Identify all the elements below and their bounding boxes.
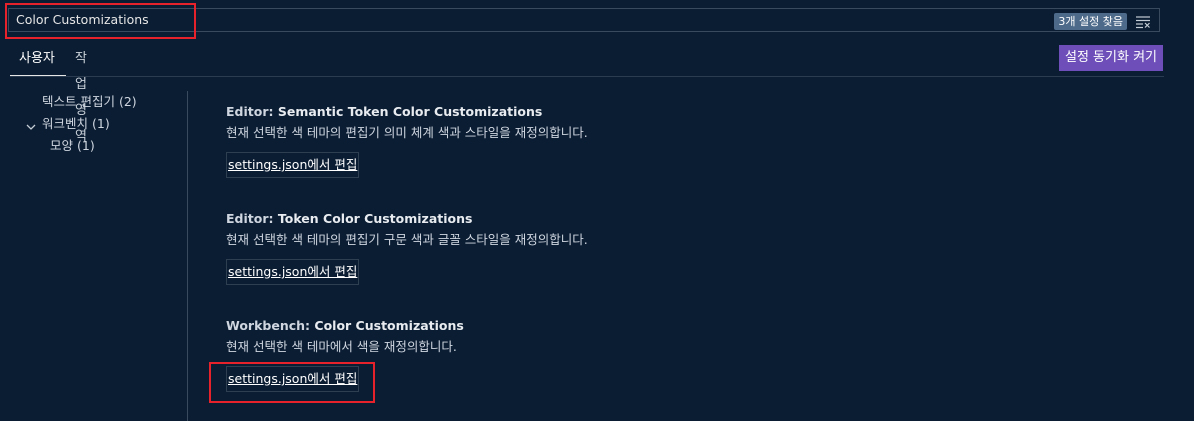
setting-name: Semantic Token Color Customizations <box>277 104 543 119</box>
edit-in-settings-json-link[interactable]: settings.json에서 편집 <box>226 259 360 285</box>
sidebar-item-label: 모양 <box>50 138 74 153</box>
setting-title: Workbench: Color Customizations <box>226 317 464 335</box>
settings-sync-button[interactable]: 설정 동기화 켜기 <box>1059 45 1163 71</box>
result-count-badge: 3개 설정 찾음 <box>1054 13 1127 30</box>
search-input[interactable] <box>16 9 616 31</box>
setting-name: Token Color Customizations <box>277 211 473 226</box>
tab-user[interactable]: 사용자 <box>10 46 66 76</box>
tabs-divider <box>10 76 1164 77</box>
sidebar-item-count: (2) <box>118 94 137 109</box>
clear-filter-icon[interactable] <box>1135 14 1151 29</box>
edit-in-settings-json-link[interactable]: settings.json에서 편집 <box>226 366 360 392</box>
setting-title: Editor: Token Color Customizations <box>226 210 588 228</box>
sidebar-item-count: (1) <box>92 116 110 131</box>
setting-title: Editor: Semantic Token Color Customizati… <box>226 103 588 121</box>
setting-token-color: Editor: Token Color Customizations 현재 선택… <box>226 210 588 285</box>
sidebar-item-label: 워크벤치 <box>42 116 89 131</box>
chevron-down-icon[interactable] <box>25 118 37 130</box>
setting-description: 현재 선택한 색 테마의 편집기 의미 체계 색과 스타일을 재정의합니다. <box>226 125 588 140</box>
sidebar-item-appearance[interactable]: 모양 (1) <box>50 137 95 155</box>
sidebar-item-count: (1) <box>77 138 95 153</box>
search-box: 3개 설정 찾음 <box>8 8 1160 32</box>
sidebar-item-label: 텍스트 편집기 <box>42 94 115 109</box>
setting-category: Workbench: <box>226 318 315 333</box>
setting-category: Editor: <box>226 211 278 226</box>
setting-description: 현재 선택한 색 테마의 편집기 구문 색과 글꼴 스타일을 재정의합니다. <box>226 232 588 247</box>
setting-semantic-token-color: Editor: Semantic Token Color Customizati… <box>226 103 588 178</box>
sidebar-divider <box>187 91 188 421</box>
setting-workbench-color: Workbench: Color Customizations 현재 선택한 색… <box>226 317 464 392</box>
setting-category: Editor: <box>226 104 278 119</box>
sidebar-item-text-editor[interactable]: 텍스트 편집기 (2) <box>42 93 137 111</box>
settings-editor: 3개 설정 찾음 사용자 작업 영역 설정 동기화 켜기 텍스트 편집기 (2)… <box>0 0 1194 421</box>
tab-workspace[interactable]: 작업 영역 <box>66 46 96 144</box>
sidebar-item-workbench[interactable]: 워크벤치 (1) <box>42 115 110 133</box>
setting-description: 현재 선택한 색 테마에서 색을 재정의합니다. <box>226 339 457 354</box>
edit-in-settings-json-link[interactable]: settings.json에서 편집 <box>226 152 360 178</box>
setting-name: Color Customizations <box>314 318 464 333</box>
